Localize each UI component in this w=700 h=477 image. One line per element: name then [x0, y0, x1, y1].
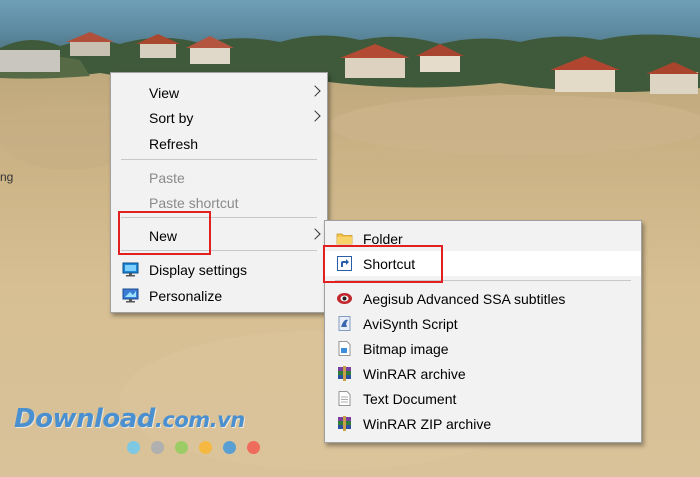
watermark-dot	[247, 441, 260, 454]
chevron-right-icon	[309, 85, 321, 97]
watermark-dot	[151, 441, 164, 454]
winrar-icon	[338, 366, 351, 381]
winrar-zip-icon	[338, 416, 351, 431]
watermark-domain: .com.vn	[154, 408, 245, 432]
aegisub-icon	[337, 293, 352, 304]
menu-item-label: Sort by	[149, 110, 194, 126]
wallpaper-dune	[330, 95, 700, 155]
submenu-item-label: WinRAR archive	[363, 366, 466, 382]
submenu-item-winrar-zip[interactable]: WinRAR ZIP archive	[325, 411, 641, 436]
annotation-highlight-shortcut	[323, 245, 443, 283]
submenu-item-label: AviSynth Script	[363, 316, 458, 332]
menu-item-paste[interactable]: Paste	[111, 165, 327, 190]
desktop-context-menu: View Sort by Refresh Paste Paste shortcu…	[110, 72, 328, 313]
menu-item-label: Display settings	[149, 262, 248, 278]
menu-item-label: Personalize	[149, 288, 223, 304]
watermark-dots	[127, 441, 271, 455]
submenu-item-label: Text Document	[363, 391, 457, 407]
annotation-highlight-new	[118, 211, 211, 255]
wallpaper-treeline	[0, 32, 700, 94]
personalize-icon	[122, 288, 139, 303]
submenu-item-aegisub[interactable]: Aegisub Advanced SSA subtitles	[325, 286, 641, 311]
watermark-dot	[223, 441, 236, 454]
submenu-item-avisynth[interactable]: AviSynth Script	[325, 311, 641, 336]
watermark-dot	[127, 441, 140, 454]
chevron-right-icon	[309, 110, 321, 122]
menu-item-display-settings[interactable]: Display settings	[111, 257, 327, 282]
submenu-item-label: Bitmap image	[363, 341, 449, 357]
watermark-dot	[199, 441, 212, 454]
bitmap-icon	[338, 341, 351, 356]
display-settings-icon	[122, 262, 139, 277]
avisynth-icon	[338, 316, 351, 331]
desktop-icon-label-partial[interactable]: ng	[0, 170, 13, 184]
watermark-dot	[175, 441, 188, 454]
menu-item-label: Paste shortcut	[149, 195, 239, 211]
menu-item-label: Refresh	[149, 136, 199, 152]
watermark-logo: Download.com.vn	[14, 404, 245, 434]
text-document-icon	[338, 391, 351, 406]
submenu-item-text-document[interactable]: Text Document	[325, 386, 641, 411]
watermark-brand: Download	[14, 404, 155, 434]
menu-item-personalize[interactable]: Personalize	[111, 283, 327, 308]
submenu-item-label: Aegisub Advanced SSA subtitles	[363, 291, 566, 307]
menu-item-label: Paste	[149, 170, 185, 186]
menu-item-sort-by[interactable]: Sort by	[111, 105, 327, 130]
menu-item-label: View	[149, 85, 180, 101]
submenu-item-winrar[interactable]: WinRAR archive	[325, 361, 641, 386]
submenu-item-bitmap[interactable]: Bitmap image	[325, 336, 641, 361]
menu-item-view[interactable]: View	[111, 80, 327, 105]
menu-separator	[121, 159, 317, 160]
chevron-right-icon	[309, 228, 321, 240]
submenu-item-label: WinRAR ZIP archive	[363, 416, 492, 432]
menu-item-refresh[interactable]: Refresh	[111, 131, 327, 156]
